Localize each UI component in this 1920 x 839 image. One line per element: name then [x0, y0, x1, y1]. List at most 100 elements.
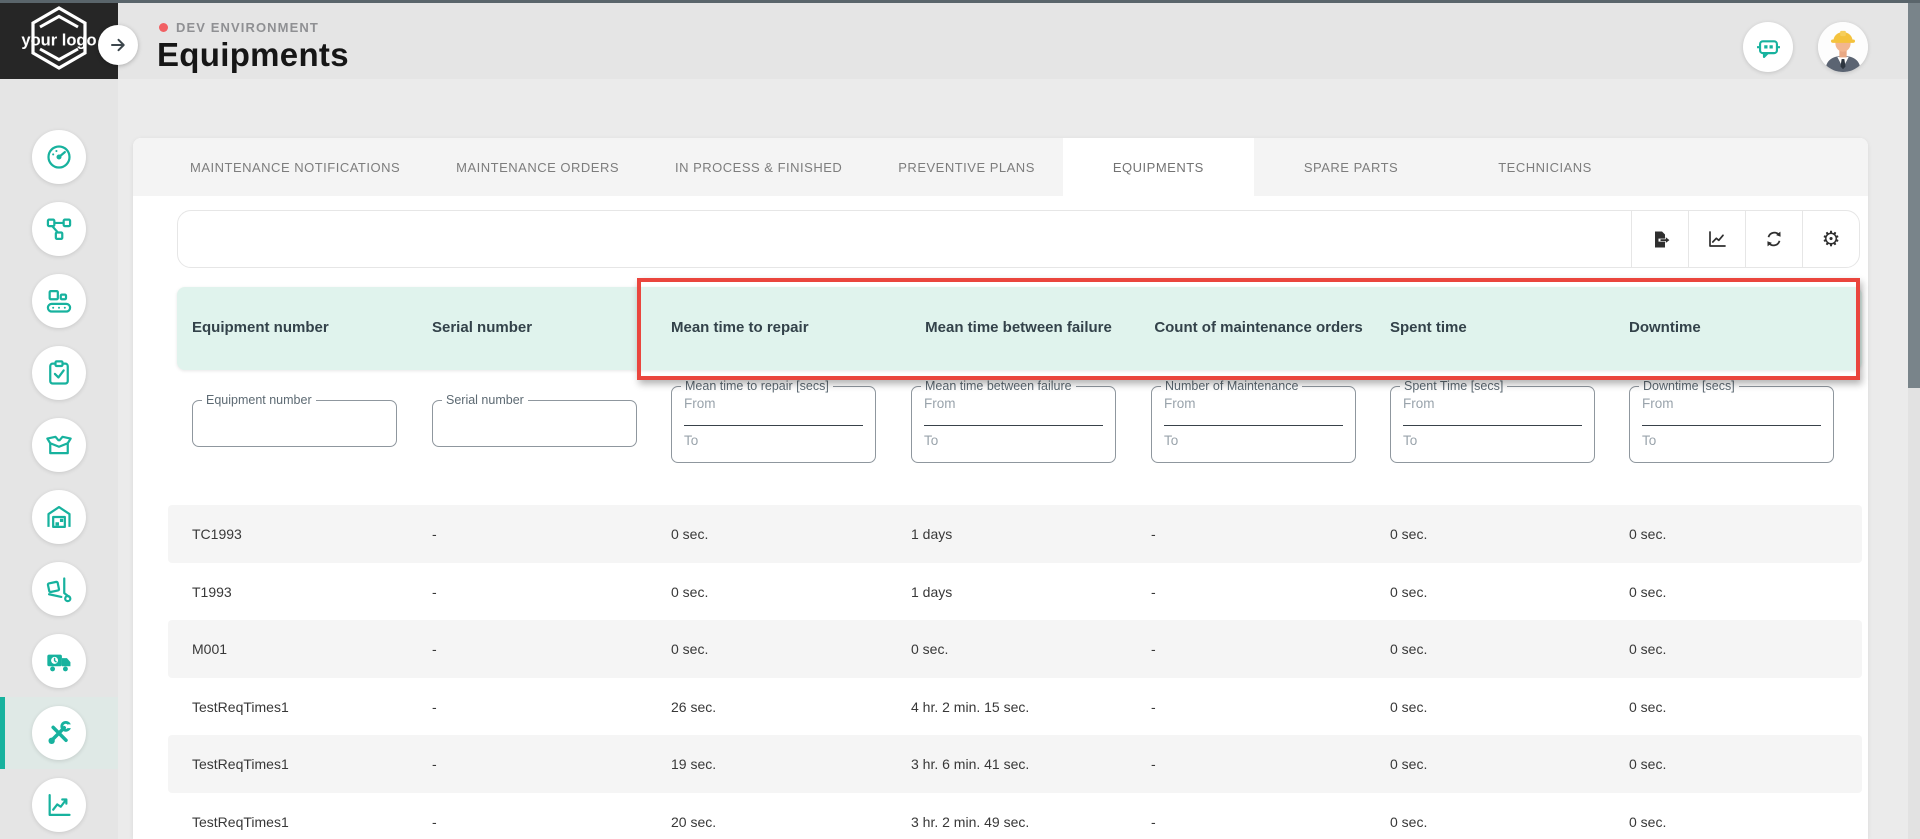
open-box-icon [45, 431, 73, 459]
tab-maintenance-notifications[interactable]: MAINTENANCE NOTIFICATIONS [162, 138, 428, 196]
column-header-count-of-maintenance-orders[interactable]: Count of maintenance orders [1151, 287, 1366, 370]
cell-equipment-number: T1993 [192, 563, 404, 621]
sidebar-item-warehouse[interactable] [32, 490, 86, 544]
sidebar-collapse-button[interactable] [98, 25, 138, 65]
sidebar-item-maintenance[interactable] [32, 706, 86, 760]
column-header-mean-time-to-repair[interactable]: Mean time to repair [671, 287, 886, 370]
filter-number-of-maintenance[interactable]: Number of Maintenance [1151, 386, 1356, 463]
refresh-button[interactable] [1745, 211, 1802, 267]
sidebar-item-dashboard[interactable] [32, 130, 86, 184]
gauge-icon [45, 143, 73, 171]
tab-preventive-plans[interactable]: PREVENTIVE PLANS [870, 138, 1063, 196]
column-header-serial-number[interactable]: Serial number [432, 287, 647, 370]
cell-count-of-maintenance-orders: - [1151, 735, 1363, 793]
filter-downtime-to-input[interactable] [1642, 433, 1821, 448]
filter-equipment-number-input[interactable] [205, 413, 384, 428]
column-header-downtime[interactable]: Downtime [1629, 287, 1844, 370]
filter-spent-to-input[interactable] [1403, 433, 1582, 448]
filter-mtbf-to-input[interactable] [924, 433, 1103, 448]
tab-bar: MAINTENANCE NOTIFICATIONS MAINTENANCE OR… [133, 138, 1868, 196]
filter-mean-time-to-repair[interactable]: Mean time to repair [secs] [671, 386, 876, 463]
production-line-icon [45, 287, 73, 315]
sidebar-item-logistics[interactable] [32, 562, 86, 616]
sidebar-item-transport[interactable] [32, 634, 86, 688]
scrollbar-thumb[interactable] [1908, 0, 1920, 388]
filter-equipment-number[interactable]: Equipment number [192, 400, 397, 447]
table-row[interactable]: TC1993 - 0 sec. 1 days - 0 sec. 0 sec. [168, 505, 1862, 563]
filter-mtbf-from-input[interactable] [924, 396, 1103, 411]
arrow-right-icon [108, 35, 128, 55]
table-row[interactable]: TestReqTimes1 - 26 sec. 4 hr. 2 min. 15 … [168, 678, 1862, 736]
cell-serial-number: - [432, 735, 644, 793]
column-header-equipment-number[interactable]: Equipment number [192, 287, 407, 370]
cell-downtime: 0 sec. [1629, 735, 1841, 793]
settings-button[interactable]: ⚙ [1802, 211, 1859, 267]
chart-view-button[interactable] [1688, 211, 1745, 267]
filter-downtime-from-input[interactable] [1642, 396, 1821, 411]
workflow-icon [45, 215, 73, 243]
cell-downtime: 0 sec. [1629, 505, 1841, 563]
cell-mean-time-between-failure: 3 hr. 2 min. 49 sec. [911, 793, 1123, 839]
range-divider [1164, 425, 1343, 426]
cell-serial-number: - [432, 563, 644, 621]
sidebar-item-hierarchy[interactable] [32, 202, 86, 256]
export-button[interactable] [1631, 211, 1688, 267]
cell-equipment-number: TestReqTimes1 [192, 793, 404, 839]
filter-serial-number[interactable]: Serial number [432, 400, 637, 447]
sidebar-item-tasks[interactable] [32, 346, 86, 400]
filter-serial-number-input[interactable] [445, 413, 624, 428]
chatbot-button[interactable] [1743, 22, 1793, 72]
sidebar [0, 79, 118, 839]
cell-mean-time-between-failure: 3 hr. 6 min. 41 sec. [911, 735, 1123, 793]
cell-serial-number: - [432, 793, 644, 839]
env-dot-icon [159, 23, 168, 32]
page-title: Equipments [157, 36, 349, 74]
line-chart-icon [45, 791, 73, 819]
cell-serial-number: - [432, 678, 644, 736]
cell-spent-time: 0 sec. [1390, 620, 1602, 678]
table-row[interactable]: TestReqTimes1 - 20 sec. 3 hr. 2 min. 49 … [168, 793, 1862, 839]
cell-downtime: 0 sec. [1629, 563, 1841, 621]
filter-spent-time[interactable]: Spent Time [secs] [1390, 386, 1595, 463]
cell-mean-time-to-repair: 20 sec. [671, 793, 883, 839]
sidebar-item-analytics[interactable] [32, 778, 86, 832]
filter-mttr-to-input[interactable] [684, 433, 863, 448]
filter-count-to-input[interactable] [1164, 433, 1343, 448]
cell-mean-time-between-failure: 1 days [911, 505, 1123, 563]
vertical-scrollbar[interactable] [1908, 0, 1920, 839]
filter-downtime[interactable]: Downtime [secs] [1629, 386, 1834, 463]
filter-mttr-from-input[interactable] [684, 396, 863, 411]
table-row[interactable]: M001 - 0 sec. 0 sec. - 0 sec. 0 sec. [168, 620, 1862, 678]
cell-downtime: 0 sec. [1629, 678, 1841, 736]
export-icon [1650, 229, 1671, 250]
filter-mean-time-between-failure[interactable]: Mean time between failure [911, 386, 1116, 463]
sidebar-item-spare-parts[interactable] [32, 418, 86, 472]
tab-spare-parts[interactable]: SPARE PARTS [1254, 138, 1448, 196]
cell-serial-number: - [432, 620, 644, 678]
table-row[interactable]: TestReqTimes1 - 19 sec. 3 hr. 6 min. 41 … [168, 735, 1862, 793]
cell-downtime: 0 sec. [1629, 793, 1841, 839]
cell-count-of-maintenance-orders: - [1151, 563, 1363, 621]
tab-equipments[interactable]: EQUIPMENTS [1063, 138, 1254, 196]
global-filter-area[interactable] [178, 211, 1631, 267]
user-avatar[interactable] [1818, 22, 1868, 72]
cell-downtime: 0 sec. [1629, 620, 1841, 678]
cell-spent-time: 0 sec. [1390, 678, 1602, 736]
tab-technicians[interactable]: TECHNICIANS [1448, 138, 1642, 196]
column-header-spent-time[interactable]: Spent time [1390, 287, 1605, 370]
column-header-mean-time-between-failure[interactable]: Mean time between failure [911, 287, 1126, 370]
cell-spent-time: 0 sec. [1390, 735, 1602, 793]
cell-serial-number: - [432, 505, 644, 563]
tab-maintenance-orders[interactable]: MAINTENANCE ORDERS [428, 138, 647, 196]
tab-in-process-finished[interactable]: IN PROCESS & FINISHED [647, 138, 870, 196]
cell-mean-time-between-failure: 1 days [911, 563, 1123, 621]
cell-mean-time-between-failure: 0 sec. [911, 620, 1123, 678]
cell-mean-time-to-repair: 26 sec. [671, 678, 883, 736]
warehouse-icon [45, 503, 73, 531]
sidebar-item-production[interactable] [32, 274, 86, 328]
table-row[interactable]: T1993 - 0 sec. 1 days - 0 sec. 0 sec. [168, 563, 1862, 621]
filter-spent-from-input[interactable] [1403, 396, 1582, 411]
cell-mean-time-to-repair: 19 sec. [671, 735, 883, 793]
filter-count-from-input[interactable] [1164, 396, 1343, 411]
filter-label: Equipment number [202, 393, 316, 407]
